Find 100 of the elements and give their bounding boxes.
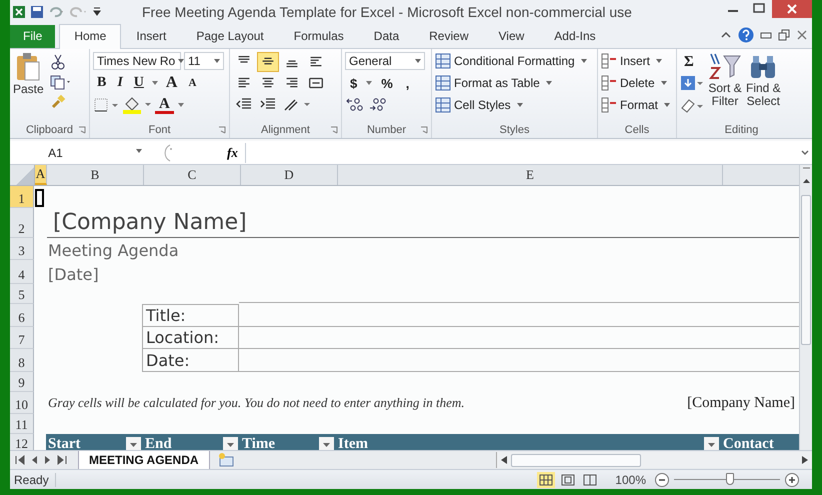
column-header[interactable]: A bbox=[35, 165, 47, 185]
align-middle-icon[interactable] bbox=[257, 52, 279, 72]
horizontal-scrollbar[interactable] bbox=[496, 452, 812, 468]
font-color-button[interactable]: A bbox=[155, 96, 174, 114]
cells-button[interactable]: Delete bbox=[601, 74, 673, 92]
cells-button[interactable]: Format bbox=[601, 96, 673, 114]
cell-cursor bbox=[35, 189, 44, 207]
comma-button[interactable]: , bbox=[400, 73, 414, 93]
styles-button[interactable]: Cell Styles bbox=[435, 96, 594, 114]
borders-icon[interactable] bbox=[93, 97, 119, 113]
number-format-dropdown[interactable]: General bbox=[345, 52, 425, 70]
excel-icon[interactable] bbox=[12, 5, 26, 19]
cells-icon bbox=[601, 75, 617, 91]
caret-icon[interactable] bbox=[365, 79, 374, 87]
zoom-in-icon[interactable] bbox=[784, 472, 800, 488]
name-box[interactable]: A1 bbox=[10, 146, 160, 160]
currency-button[interactable]: $ bbox=[345, 73, 362, 93]
caret-icon[interactable] bbox=[176, 101, 185, 109]
font-size-dropdown[interactable]: 11 bbox=[184, 52, 224, 70]
fill-down-icon[interactable] bbox=[680, 75, 704, 93]
insert-function-button[interactable]: fx bbox=[227, 144, 245, 160]
close-icon[interactable] bbox=[772, 0, 812, 18]
ribbon-tab[interactable]: Page Layout bbox=[181, 24, 279, 48]
save-icon[interactable] bbox=[30, 5, 44, 19]
row-header[interactable]: 9 bbox=[10, 372, 34, 392]
normal-view-icon[interactable] bbox=[537, 472, 556, 488]
clipboard-icon bbox=[15, 52, 42, 82]
grow-font-button[interactable]: A bbox=[162, 73, 182, 93]
column-header[interactable]: C bbox=[144, 165, 241, 185]
ribbon-tab[interactable]: Formulas bbox=[278, 24, 359, 48]
agenda-subtitle: Meeting Agenda bbox=[48, 241, 179, 260]
row-header[interactable]: 5 bbox=[10, 284, 34, 304]
table-icon bbox=[435, 53, 451, 69]
row-header[interactable]: 8 bbox=[10, 349, 34, 372]
column-heading: End bbox=[145, 436, 172, 450]
row-header[interactable]: 7 bbox=[10, 327, 34, 349]
cells-button[interactable]: Insert bbox=[601, 52, 673, 70]
sort-filter-button[interactable]: Sort & Filter bbox=[708, 52, 742, 122]
column-heading: Time bbox=[242, 436, 276, 450]
ribbon-tab[interactable]: Review bbox=[414, 24, 484, 48]
zoom-slider-thumb[interactable] bbox=[726, 473, 734, 485]
field-value-cell[interactable] bbox=[239, 302, 799, 327]
dialog-launcher-icon[interactable] bbox=[218, 126, 226, 134]
dialog-launcher-icon[interactable] bbox=[330, 126, 338, 134]
styles-button[interactable]: Format as Table bbox=[435, 74, 594, 92]
filter-dropdown-icon[interactable] bbox=[704, 436, 719, 450]
restore-icon[interactable] bbox=[778, 29, 790, 41]
bold-button[interactable]: B bbox=[93, 73, 110, 93]
ribbon-tab[interactable]: Add-Ins bbox=[539, 24, 611, 48]
row-header[interactable]: 4 bbox=[10, 260, 34, 284]
row-header[interactable]: 10 bbox=[10, 392, 34, 414]
copy-icon[interactable] bbox=[50, 74, 72, 90]
note-text: Gray cells will be calculated for you. You do not need to enter anything in them. bbox=[48, 395, 465, 411]
font-name-dropdown[interactable]: Times New Ro bbox=[93, 52, 181, 70]
zoom-out-icon[interactable] bbox=[654, 472, 670, 488]
caret-icon[interactable] bbox=[150, 79, 159, 87]
row-header[interactable]: 1 bbox=[10, 186, 34, 208]
row-header[interactable]: 3 bbox=[10, 238, 34, 260]
row-header[interactable]: 6 bbox=[10, 304, 34, 327]
dialog-launcher-icon[interactable] bbox=[420, 126, 428, 134]
row-header[interactable]: 11 bbox=[10, 414, 34, 434]
italic-button[interactable]: I bbox=[113, 73, 127, 93]
page-break-view-icon[interactable] bbox=[581, 472, 600, 488]
column-header[interactable]: E bbox=[338, 165, 723, 185]
shrink-font-button[interactable]: A bbox=[184, 73, 200, 93]
row-header[interactable]: 12 bbox=[10, 434, 34, 450]
percent-button[interactable]: % bbox=[376, 73, 398, 93]
filter-dropdown-icon[interactable] bbox=[223, 436, 238, 450]
column-header[interactable]: D bbox=[241, 165, 338, 185]
sheet-tab[interactable]: MEETING AGENDA bbox=[78, 450, 210, 470]
ribbon-tab[interactable]: Data bbox=[358, 24, 414, 48]
dialog-launcher-icon[interactable] bbox=[78, 126, 86, 134]
find-select-button[interactable]: Find & Select bbox=[746, 52, 781, 122]
scissors-icon[interactable] bbox=[50, 54, 66, 70]
paste-button[interactable]: Paste bbox=[13, 52, 44, 122]
column-heading: Item bbox=[338, 436, 368, 450]
expand-icon[interactable] bbox=[800, 148, 810, 158]
increase-decimal-icon[interactable] bbox=[345, 96, 365, 112]
autosum-button[interactable]: Σ bbox=[680, 52, 704, 72]
help-icon[interactable] bbox=[738, 27, 754, 43]
column-header[interactable]: B bbox=[47, 165, 144, 185]
row-header[interactable]: 2 bbox=[10, 208, 34, 238]
styles-button[interactable]: Conditional Formatting bbox=[435, 52, 594, 70]
last-sheet-icon[interactable] bbox=[56, 454, 68, 466]
vertical-scrollbar[interactable] bbox=[799, 165, 812, 450]
filter-dropdown-icon[interactable] bbox=[126, 436, 141, 450]
ribbon-tab[interactable]: Home bbox=[59, 24, 122, 49]
page-layout-view-icon[interactable] bbox=[559, 472, 578, 488]
file-tab[interactable]: File bbox=[10, 25, 56, 48]
column-heading: Start bbox=[48, 436, 80, 450]
underline-button[interactable]: U bbox=[130, 73, 148, 93]
filter-dropdown-icon[interactable] bbox=[319, 436, 334, 450]
field-label: Location: bbox=[142, 327, 239, 349]
ribbon-tab[interactable]: Insert bbox=[121, 24, 182, 48]
fill-color-icon[interactable] bbox=[122, 96, 152, 114]
field-label: Date: bbox=[142, 349, 239, 372]
close-icon[interactable] bbox=[796, 29, 808, 41]
decrease-decimal-icon[interactable] bbox=[368, 96, 388, 112]
ribbon-tab[interactable]: View bbox=[484, 24, 540, 48]
first-sheet-icon[interactable] bbox=[14, 454, 26, 466]
